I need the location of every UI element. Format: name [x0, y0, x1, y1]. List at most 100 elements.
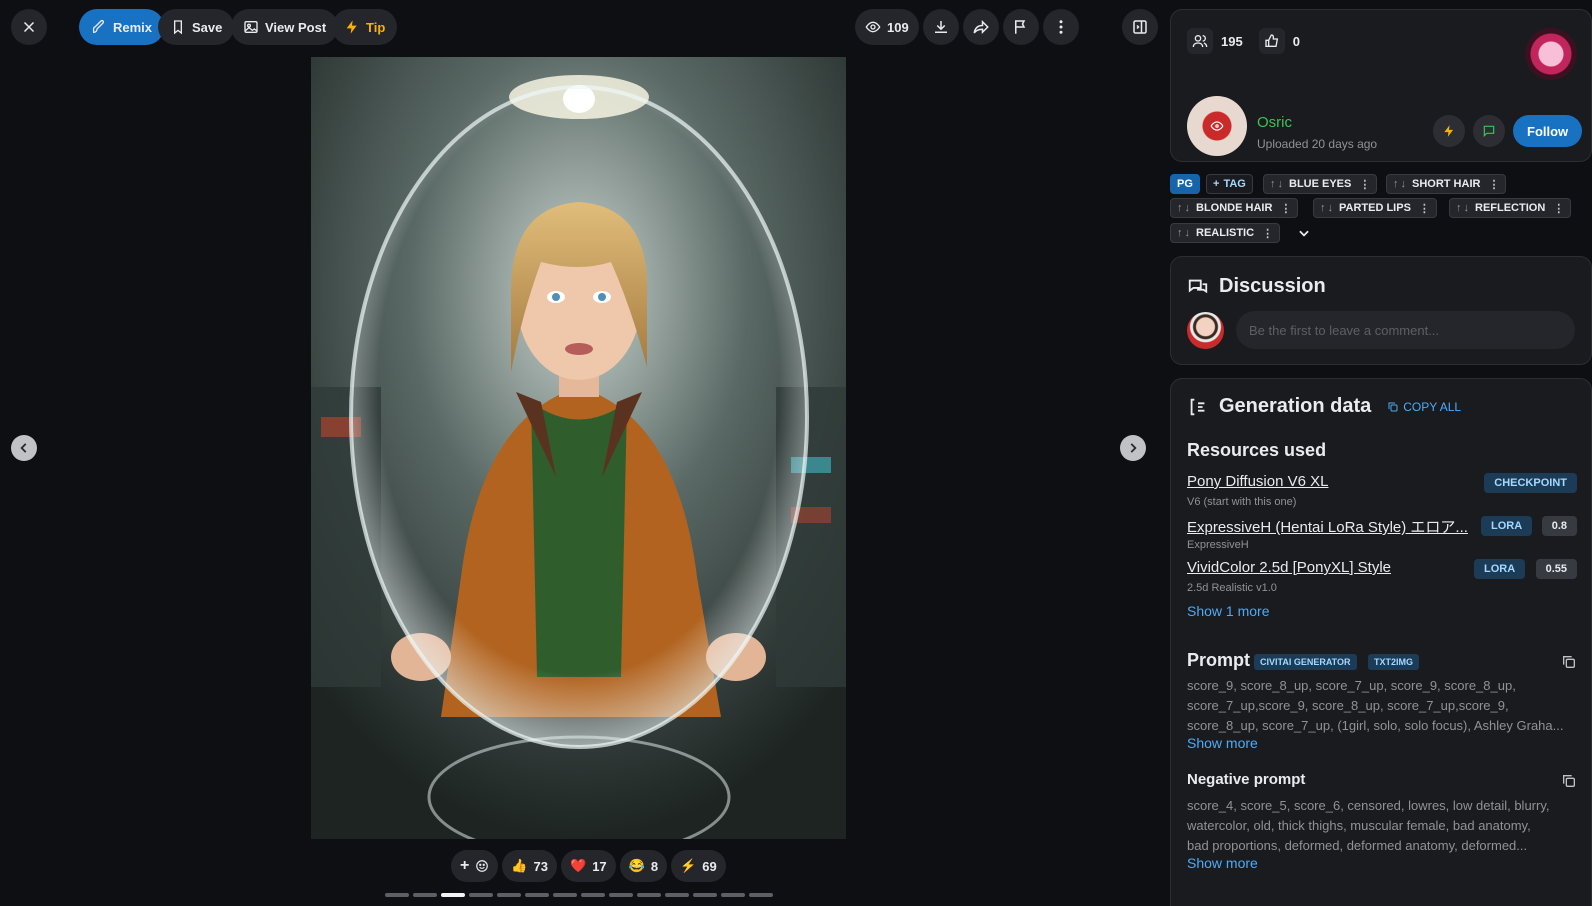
discussion-title: Discussion	[1219, 275, 1326, 297]
carousel-dot[interactable]	[749, 893, 773, 897]
resource-version: 2.5d Realistic v1.0	[1187, 582, 1277, 594]
dots-vertical-icon[interactable]: ⋮	[1488, 178, 1499, 191]
dots-vertical-icon[interactable]: ⋮	[1419, 202, 1430, 215]
prompt-text: score_9, score_8_up, score_7_up, score_9…	[1187, 676, 1577, 736]
resource-weight-badge: 0.8	[1541, 516, 1577, 536]
carousel-dot[interactable]	[693, 893, 717, 897]
views-counter: 109	[855, 9, 919, 45]
vote-arrows-icon[interactable]: ↑↓	[1270, 178, 1285, 190]
prompt-title: Prompt	[1187, 650, 1250, 670]
vote-arrows-icon[interactable]: ↑↓	[1177, 202, 1192, 214]
carousel-dot[interactable]	[469, 893, 493, 897]
dots-vertical-icon	[1059, 20, 1063, 34]
vote-arrows-icon[interactable]: ↑↓	[1320, 202, 1335, 214]
previous-image-button[interactable]	[11, 435, 37, 461]
thumbs-up-icon: 👍	[511, 858, 528, 873]
prompt-line: score_8_up, score_7_up, (1girl, solo, so…	[1187, 718, 1564, 733]
likes-stat: 0	[1258, 28, 1300, 54]
dots-vertical-icon[interactable]: ⋮	[1262, 227, 1273, 240]
tag-blonde-hair[interactable]: ↑↓ BLONDE HAIR ⋮	[1170, 198, 1299, 218]
remix-button[interactable]: Remix	[79, 9, 165, 45]
mode-badge: TXT2IMG	[1368, 654, 1420, 670]
carousel-dot[interactable]	[385, 893, 409, 897]
comment-input[interactable]: Be the first to leave a comment...	[1236, 311, 1575, 349]
reaction-count: 73	[533, 858, 548, 874]
save-label: Save	[192, 19, 223, 35]
toggle-sidebar-button[interactable]	[1122, 9, 1158, 45]
carousel-dot[interactable]	[553, 893, 577, 897]
remix-label: Remix	[113, 19, 153, 35]
tip-creator-button[interactable]	[1433, 115, 1465, 147]
carousel-dot[interactable]	[525, 893, 549, 897]
chevron-right-icon	[1130, 443, 1137, 453]
more-options-button[interactable]	[1043, 9, 1079, 45]
likes-count: 0	[1292, 33, 1300, 49]
tag-realistic[interactable]: ↑↓ REALISTIC ⋮	[1170, 223, 1281, 243]
tag-short-hair[interactable]: ↑↓ SHORT HAIR ⋮	[1386, 174, 1507, 194]
reaction-cry[interactable]: ⚡ 69	[671, 850, 726, 882]
upload-time: Uploaded 20 days ago	[1257, 137, 1378, 151]
tag-parted-lips[interactable]: ↑↓ PARTED LIPS ⋮	[1313, 198, 1437, 218]
reaction-heart[interactable]: ❤️ 17	[561, 850, 616, 882]
add-tag-button[interactable]: + TAG	[1206, 174, 1253, 194]
bolt-icon: ⚡	[680, 858, 697, 873]
bolt-icon	[1444, 125, 1454, 137]
reaction-laugh[interactable]: 😂 8	[619, 850, 668, 882]
resources-title: Resources used	[1187, 440, 1327, 460]
copy-icon[interactable]	[1561, 654, 1577, 670]
tag-reflection[interactable]: ↑↓ REFLECTION ⋮	[1449, 198, 1572, 218]
resource-link[interactable]: ExpressiveH (Hentai LoRa Style) エロア...	[1187, 516, 1473, 537]
carousel-dot[interactable]	[581, 893, 605, 897]
next-image-button[interactable]	[1120, 435, 1146, 461]
carousel-dot[interactable]	[497, 893, 521, 897]
carousel-dot[interactable]	[609, 893, 633, 897]
resource-link[interactable]: Pony Diffusion V6 XL	[1187, 473, 1477, 490]
reaction-like[interactable]: 👍 73	[502, 850, 557, 882]
users-icon	[1187, 28, 1213, 54]
resource-weight-badge: 0.55	[1535, 559, 1577, 579]
dots-vertical-icon[interactable]: ⋮	[1553, 202, 1564, 215]
close-icon	[23, 21, 35, 33]
expand-tags-button[interactable]	[1297, 226, 1311, 240]
tag-blue-eyes[interactable]: ↑↓ BLUE EYES ⋮	[1263, 174, 1378, 194]
vote-arrows-icon[interactable]: ↑↓	[1177, 227, 1192, 239]
resource-type-badge: LORA	[1481, 516, 1533, 536]
copy-icon[interactable]	[1561, 773, 1577, 789]
download-button[interactable]	[923, 9, 959, 45]
resource-link[interactable]: VividColor 2.5d [PonyXL] Style	[1187, 559, 1473, 576]
reaction-bar: + 👍 73 ❤️ 17 😂 8 ⚡ 69	[451, 850, 726, 882]
tag-label: SHORT HAIR	[1412, 178, 1481, 190]
follow-button[interactable]: Follow	[1513, 115, 1583, 147]
vote-arrows-icon[interactable]: ↑↓	[1456, 202, 1471, 214]
add-tag-label: TAG	[1223, 178, 1246, 190]
vote-arrows-icon[interactable]: ↑↓	[1393, 178, 1408, 190]
tag-label: BLONDE HAIR	[1196, 202, 1273, 214]
dots-vertical-icon[interactable]: ⋮	[1280, 202, 1291, 215]
dots-vertical-icon[interactable]: ⋮	[1359, 178, 1370, 191]
carousel-dot[interactable]	[665, 893, 689, 897]
tip-button[interactable]: Tip	[332, 9, 398, 45]
copy-all-button[interactable]: COPY ALL	[1387, 400, 1461, 414]
carousel-dot[interactable]	[441, 893, 465, 897]
view-post-label: View Post	[265, 19, 327, 35]
tip-label: Tip	[366, 19, 386, 35]
view-post-button[interactable]: View Post	[231, 9, 339, 45]
carousel-dot[interactable]	[413, 893, 437, 897]
avatar[interactable]	[1187, 96, 1247, 156]
add-reaction-button[interactable]: +	[451, 850, 499, 882]
plus-icon: +	[1213, 178, 1220, 190]
generation-title: Generation data	[1219, 395, 1372, 417]
show-more-negative-link[interactable]: Show more	[1187, 855, 1258, 871]
creator-badge	[1525, 28, 1577, 80]
carousel-dot[interactable]	[637, 893, 661, 897]
carousel-dot[interactable]	[721, 893, 745, 897]
share-button[interactable]	[963, 9, 999, 45]
main-image	[311, 57, 846, 839]
show-more-resources-link[interactable]: Show 1 more	[1187, 603, 1269, 619]
message-button[interactable]	[1473, 115, 1505, 147]
report-button[interactable]	[1003, 9, 1039, 45]
save-button[interactable]: Save	[158, 9, 235, 45]
close-button[interactable]	[11, 9, 47, 45]
show-more-prompt-link[interactable]: Show more	[1187, 735, 1258, 751]
username[interactable]: Osric	[1257, 114, 1292, 131]
